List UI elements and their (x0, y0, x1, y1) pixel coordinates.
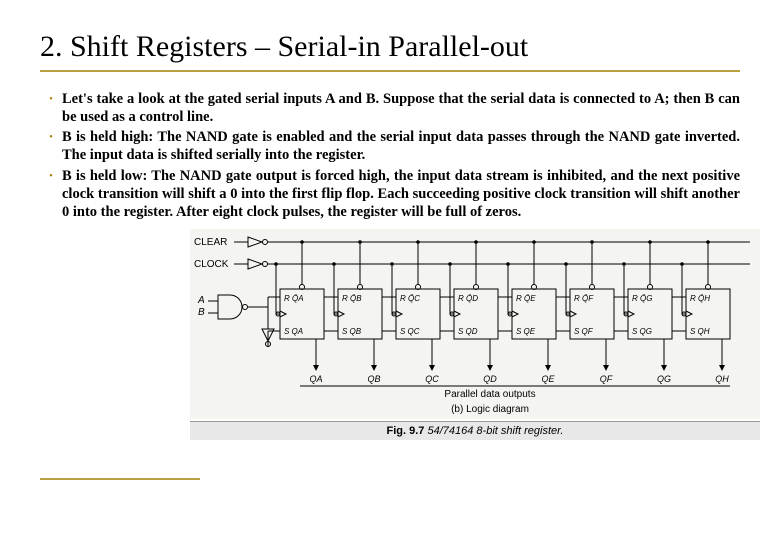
label-clear: CLEAR (194, 237, 227, 248)
svg-text:R Q̄D: R Q̄D (458, 294, 478, 303)
svg-text:QB: QB (367, 374, 380, 384)
svg-text:S QF: S QF (574, 327, 594, 336)
bullet-text: B is held low: The NAND gate output is f… (62, 167, 740, 221)
svg-text:QD: QD (483, 374, 497, 384)
svg-text:S QB: S QB (342, 327, 362, 336)
accent-line (40, 478, 200, 480)
svg-text:QE: QE (541, 374, 555, 384)
bullet-item: • Let's take a look at the gated serial … (40, 90, 740, 126)
svg-text:R Q̄F: R Q̄F (574, 294, 594, 303)
svg-text:QG: QG (657, 374, 671, 384)
svg-text:S QA: S QA (284, 327, 303, 336)
label-parallel: Parallel data outputs (444, 389, 535, 400)
svg-text:R Q̄C: R Q̄C (400, 294, 420, 303)
svg-text:S QH: S QH (690, 327, 710, 336)
label-b: B (198, 307, 205, 318)
bullet-item: • B is held low: The NAND gate output is… (40, 167, 740, 221)
shift-register-svg: CLEAR CLOCK A B (190, 229, 760, 419)
svg-text:QC: QC (425, 374, 439, 384)
figure-caption: Fig. 9.7 54/74164 8-bit shift register. (190, 421, 760, 440)
bullet-item: • B is held high: The NAND gate is enabl… (40, 128, 740, 164)
logic-diagram: CLEAR CLOCK A B (190, 229, 760, 440)
svg-text:S QC: S QC (400, 327, 420, 336)
svg-text:R Q̄G: R Q̄G (632, 294, 652, 303)
bullet-text: B is held high: The NAND gate is enabled… (62, 128, 740, 164)
svg-text:QA: QA (309, 374, 322, 384)
bullet-marker: • (40, 128, 62, 164)
svg-text:R Q̄H: R Q̄H (690, 294, 710, 303)
bullet-marker: • (40, 90, 62, 126)
slide-title: 2. Shift Registers – Serial-in Parallel-… (40, 30, 740, 72)
slide-content: • Let's take a look at the gated serial … (40, 90, 740, 221)
svg-text:S QE: S QE (516, 327, 536, 336)
bullet-marker: • (40, 167, 62, 221)
bullet-text: Let's take a look at the gated serial in… (62, 90, 740, 126)
label-a: A (197, 295, 205, 306)
svg-text:S QG: S QG (632, 327, 652, 336)
svg-text:QF: QF (600, 374, 613, 384)
svg-text:R Q̄B: R Q̄B (342, 294, 362, 303)
label-clock: CLOCK (194, 259, 229, 270)
svg-text:R Q̄A: R Q̄A (284, 294, 304, 303)
svg-text:R Q̄E: R Q̄E (516, 294, 536, 303)
svg-text:S QD: S QD (458, 327, 478, 336)
svg-text:QH: QH (715, 374, 729, 384)
label-subcaption: (b) Logic diagram (451, 404, 529, 415)
